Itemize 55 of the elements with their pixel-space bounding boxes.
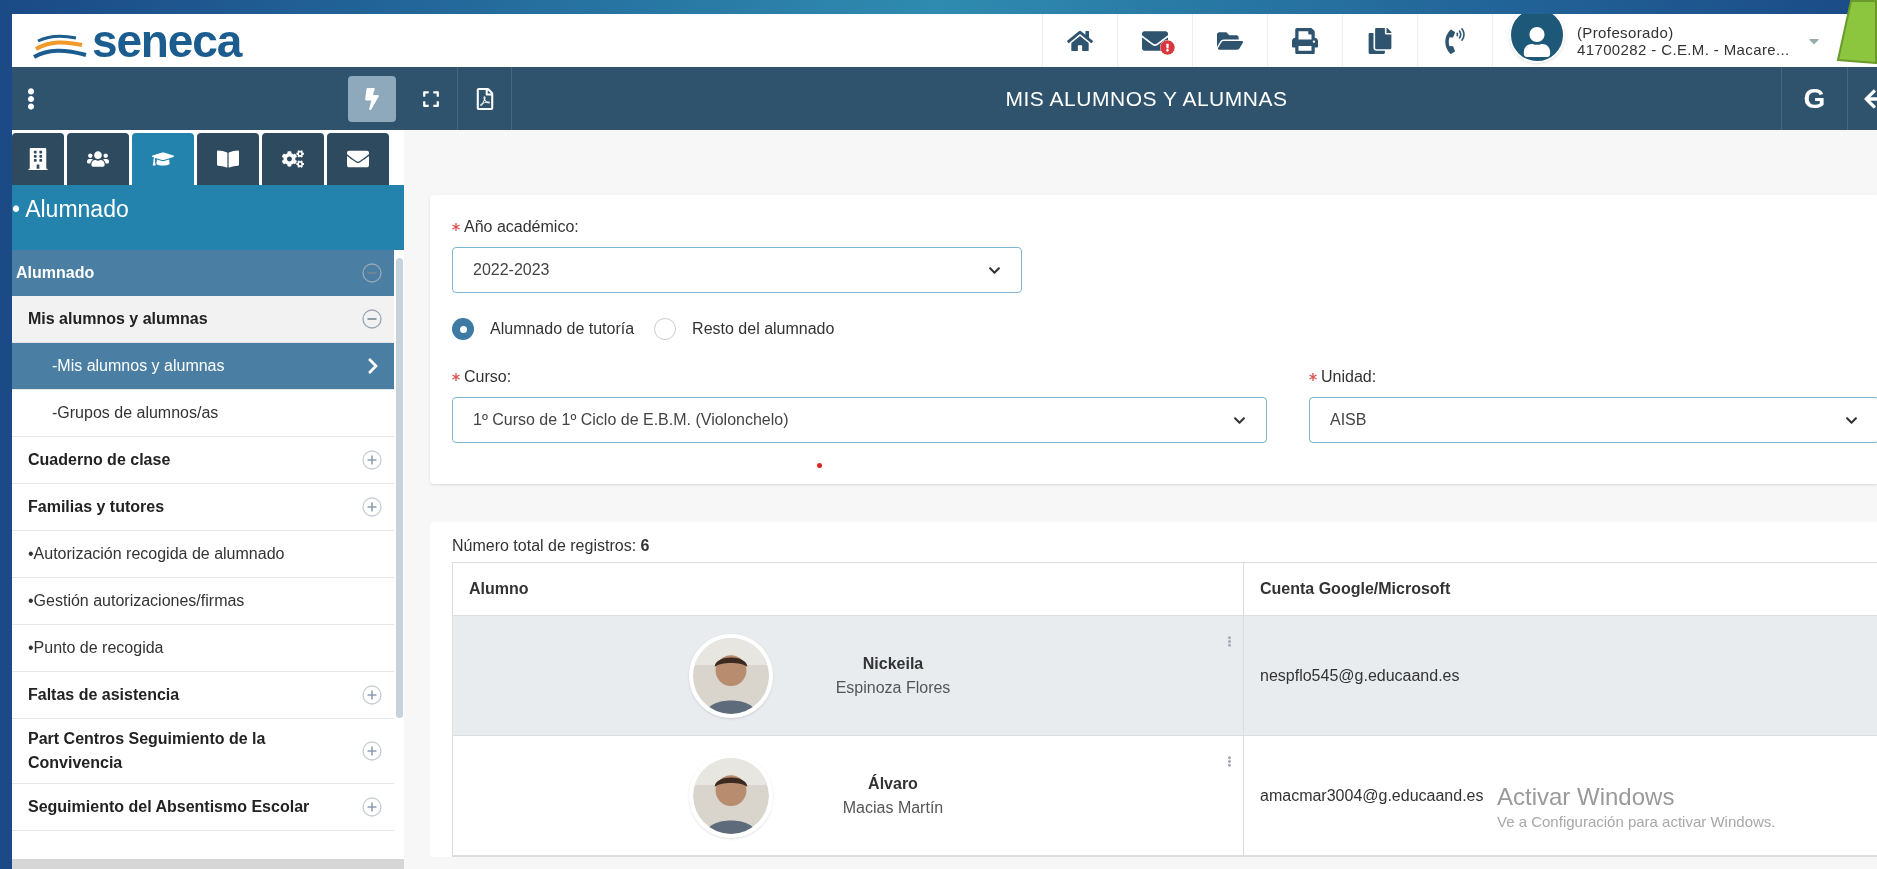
copy-icon [1367,27,1393,54]
phone-icon [1442,27,1468,54]
mail-icon [347,148,369,170]
quick-action-button[interactable] [348,75,396,122]
users-icon [87,148,109,170]
user-center: 41700282 - C.E.M. - Macare... [1577,40,1790,58]
sidebar-tab[interactable] [132,133,194,185]
radio-button[interactable] [654,318,677,340]
activation-text: Ve a Configuración para activar Windows. [1497,812,1776,832]
menu-link[interactable]: -Mis alumnos y alumnas [12,343,394,390]
year-select[interactable]: 2022-2023 [452,247,1022,293]
horizontal-scrollbar[interactable] [12,859,404,869]
required-icon [1309,373,1317,381]
scrollbar[interactable] [395,258,403,718]
building-icon [27,148,49,170]
section-header: • Alumnado [12,185,404,250]
book-icon [217,148,239,170]
sidebar-tab[interactable] [262,133,324,185]
sidebar-tab[interactable] [197,133,259,185]
account-cell-text: amacmar3004@g.educaand.es [1260,785,1484,806]
sidebar-tab[interactable] [327,133,389,185]
logo-text: seneca [92,20,242,61]
radio-option[interactable]: Resto del alumnado [654,317,835,341]
google-button[interactable]: G [1781,67,1847,130]
required-icon [452,373,460,381]
field-label: Curso: [464,367,512,387]
record-count: Número total de registros: 6 [452,536,651,556]
radio-option[interactable]: Alumnado de tutoría [452,317,635,341]
column-header: Cuenta Google/Microsoft [1259,579,1452,599]
account-cell-text: nespflo545@g.educaand.es [1260,665,1460,686]
column-header: Alumno [453,563,1244,615]
field-label: Año académico: [464,217,579,237]
arrow-drawing [1837,0,1877,64]
unit-select[interactable]: AISB [1309,397,1877,443]
menu-item[interactable]: Mis alumnos y alumnas [12,296,394,343]
user-role: (Profesorado) [1577,23,1675,41]
gears-icon [282,148,304,170]
student-first-name: Nickeila [862,653,924,674]
table-row[interactable]: Nickeila Espinoza Flores nespflo545@g.educaand.es [453,616,1877,736]
alert-icon [1160,40,1175,55]
printer-icon [1292,27,1318,54]
field-label: Unidad: [1321,367,1377,387]
student-last-name: Macias Martín [842,797,944,818]
sidebar-tab[interactable] [67,133,129,185]
menu-group[interactable]: Alumnado [12,250,394,296]
required-icon [452,223,460,231]
sidebar-tab[interactable] [12,133,64,185]
course-select[interactable]: 1º Curso de 1º Ciclo de E.B.M. (Violonchelo) [452,397,1267,443]
back-button[interactable] [1847,67,1877,130]
student-last-name: Espinoza Flores [835,677,951,698]
page-title: MIS ALUMNOS Y ALUMNAS [1005,85,1288,112]
activation-title: Activar Windows [1497,783,1676,811]
fullscreen-icon [421,89,440,108]
student-first-name: Álvaro [868,773,918,794]
radio-button[interactable] [452,318,474,340]
